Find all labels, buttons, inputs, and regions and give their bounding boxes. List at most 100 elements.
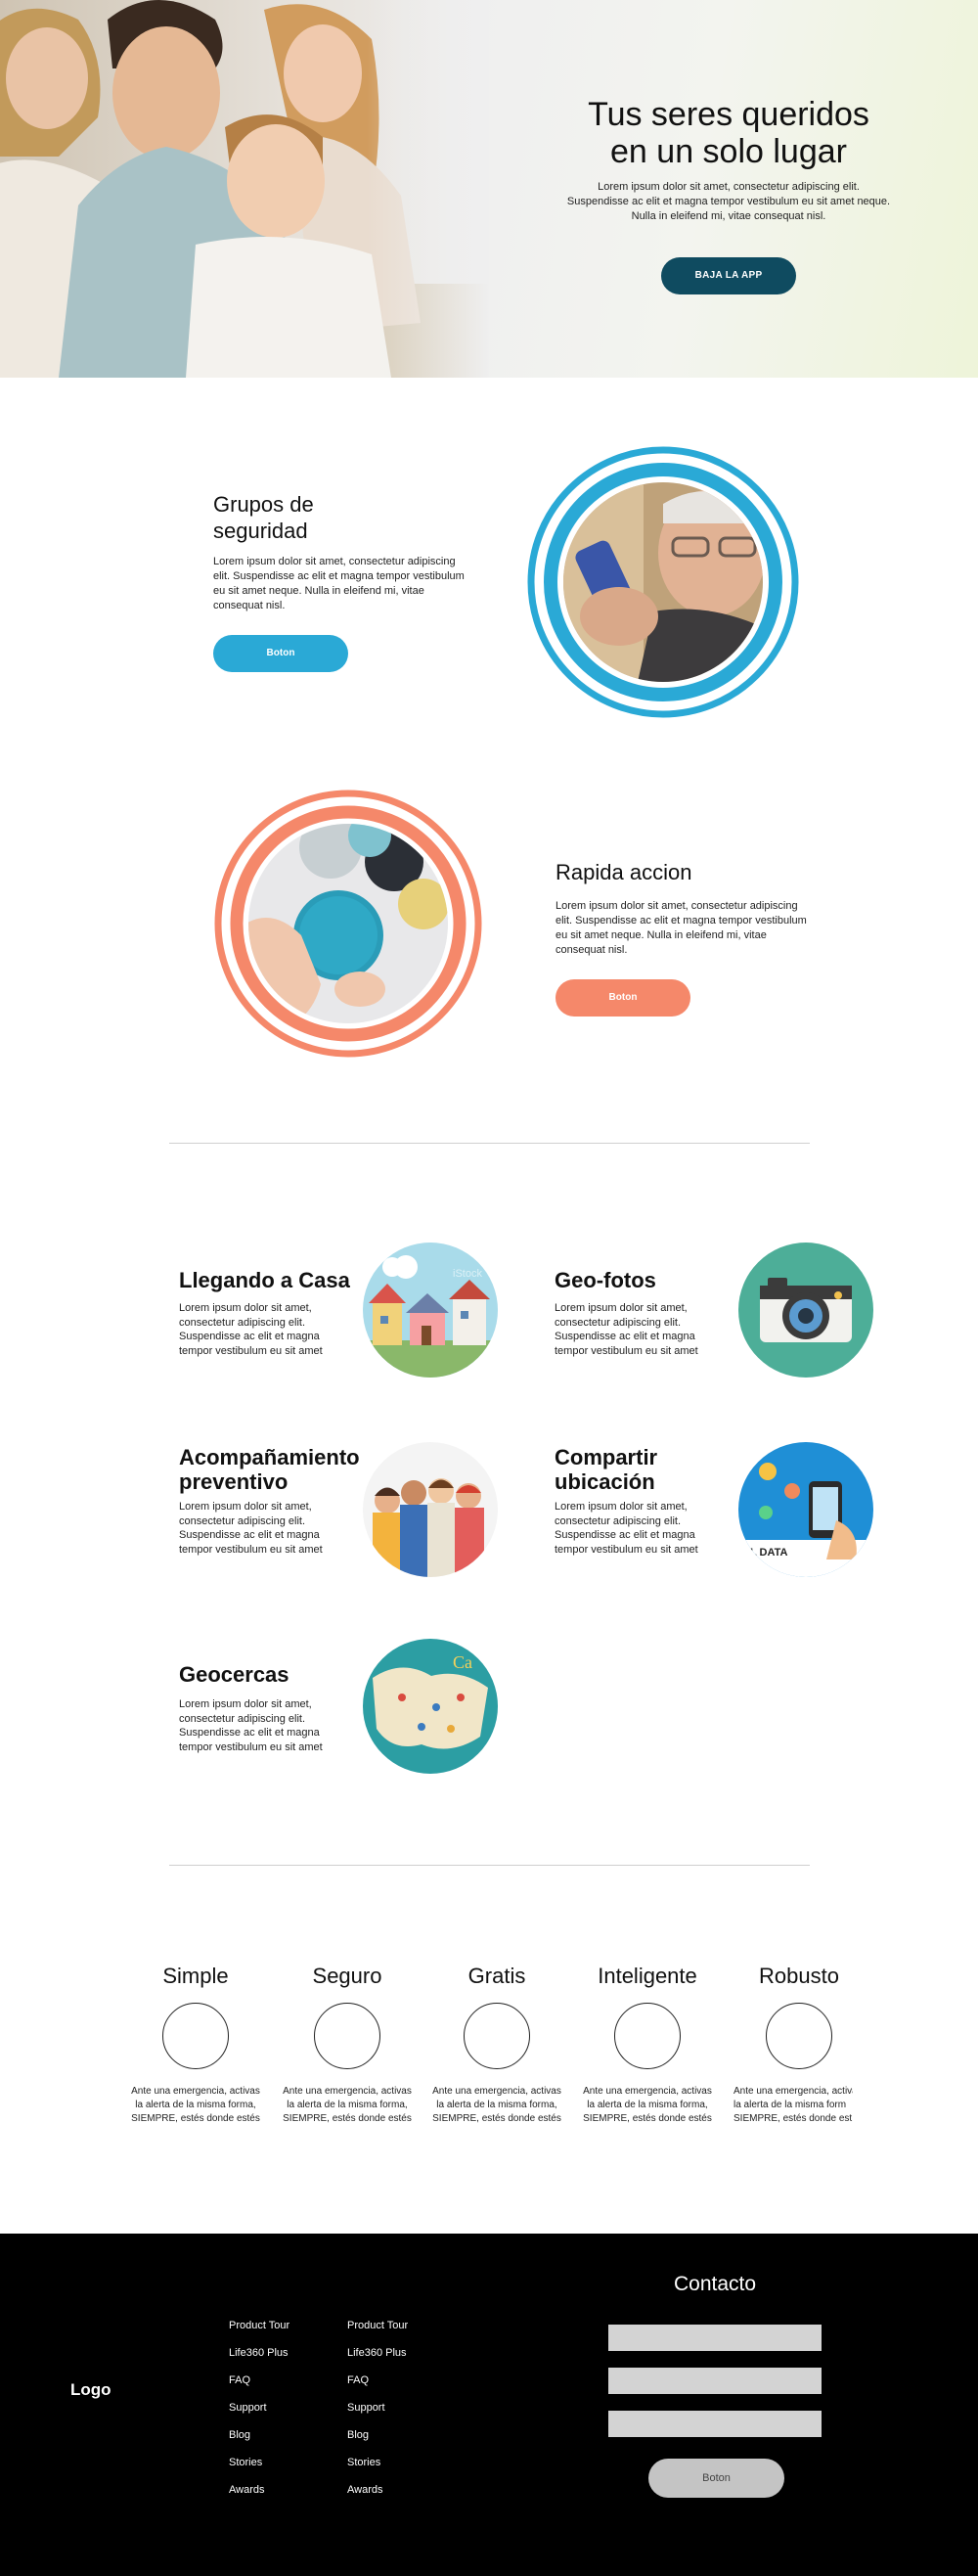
value4-desc-3: SIEMPRE, estés donde estés [583, 2113, 712, 2124]
grid2-desc-3: Suspendisse ac elit et magna [555, 1331, 695, 1342]
feature2-desc-line1: Lorem ipsum dolor sit amet, consectetur … [556, 900, 798, 912]
value-robusto: Robusto Ante una emergencia, activas la … [726, 1964, 853, 2126]
grid3-title-line1: Acompañamiento [179, 1445, 360, 1469]
family-photo [0, 0, 489, 378]
footer-link-product-tour[interactable]: Product Tour [229, 2312, 289, 2339]
hero-description: Lorem ipsum dolor sit amet, consectetur … [548, 180, 910, 224]
value-icon-circle [766, 2003, 832, 2069]
value1-desc-2: la alerta de la misma forma, [135, 2100, 256, 2110]
hero-banner: Tus seres queridos en un solo lugar Lore… [0, 0, 978, 378]
value1-desc-1: Ante una emergencia, activas [131, 2086, 260, 2097]
contact-field-3[interactable] [608, 2411, 822, 2437]
value-desc: Ante una emergencia, activas la alerta d… [726, 2085, 853, 2126]
contact-submit-button[interactable]: Boton [648, 2459, 784, 2498]
grid-desc-compartir: Lorem ipsum dolor sit amet, consectetur … [555, 1500, 721, 1557]
camera-illustration [738, 1243, 873, 1378]
footer-link-blog[interactable]: Blog [347, 2421, 408, 2449]
value-desc: Ante una emergencia, activas la alerta d… [574, 2085, 721, 2126]
value-icon-circle [162, 2003, 229, 2069]
hero-title-line1: Tus seres queridos [588, 96, 869, 133]
value-simple: Simple Ante una emergencia, activas la a… [122, 1964, 269, 2126]
watermark-text: iStock [453, 1268, 482, 1280]
rapida-button[interactable]: Boton [556, 979, 690, 1017]
feature1-desc-line4: consequat nisl. [213, 600, 286, 611]
value3-desc-1: Ante una emergencia, activas [432, 2086, 561, 2097]
map-illustration: Ca [363, 1639, 498, 1774]
grid5-desc-2: consectetur adipiscing elit. [179, 1712, 306, 1725]
footer-link-stories[interactable]: Stories [347, 2449, 408, 2476]
value2-desc-3: SIEMPRE, estés donde estés [283, 2113, 412, 2124]
footer: Logo Product Tour Life360 Plus FAQ Suppo… [0, 2234, 978, 2576]
feature1-title-line1: Grupos de [213, 492, 314, 517]
grid-desc-acompanamiento: Lorem ipsum dolor sit amet, consectetur … [179, 1500, 345, 1557]
feature-desc-rapida: Lorem ipsum dolor sit amet, consectetur … [556, 899, 810, 958]
houses-illustration: iStock [363, 1243, 498, 1378]
value-icon-circle [314, 2003, 380, 2069]
grid3-title-line2: preventivo [179, 1469, 289, 1494]
panic-button-ring-image [214, 790, 482, 1058]
contact-title: Contacto [673, 2273, 757, 2295]
footer-logo[interactable]: Logo [70, 2380, 111, 2400]
grid4-title-line1: Compartir [555, 1445, 658, 1469]
value4-desc-1: Ante una emergencia, activas [583, 2086, 712, 2097]
feature1-desc-line3: eu sit amet neque. Nulla in eleifend mi,… [213, 585, 424, 597]
footer-link-stories[interactable]: Stories [229, 2449, 289, 2476]
grid-title-geocercas: Geocercas [179, 1662, 289, 1687]
value-title: Simple [162, 1964, 229, 1988]
feature-desc-grupos: Lorem ipsum dolor sit amet, consectetur … [213, 555, 467, 613]
contact-field-1[interactable] [608, 2325, 822, 2351]
footer-link-life360-plus[interactable]: Life360 Plus [229, 2339, 289, 2367]
grid-title-compartir: Compartir ubicación [555, 1445, 657, 1494]
footer-link-support[interactable]: Support [229, 2394, 289, 2421]
grid-desc-llegando: Lorem ipsum dolor sit amet, consectetur … [179, 1301, 345, 1358]
value2-desc-2: la alerta de la misma forma, [287, 2100, 408, 2110]
value1-desc-3: SIEMPRE, estés donde estés [131, 2113, 260, 2124]
grid4-desc-4: tempor vestibulum eu sit amet [555, 1543, 698, 1556]
hero-desc-line3: Nulla in eleifend mi, vitae consequat ni… [631, 210, 826, 222]
grid4-desc-1: Lorem ipsum dolor sit amet, [555, 1501, 688, 1513]
footer-links-col1: Product Tour Life360 Plus FAQ Support Bl… [229, 2312, 289, 2504]
value3-desc-3: SIEMPRE, estés donde estés [432, 2113, 561, 2124]
value5-desc-2: la alerta de la misma form [734, 2100, 847, 2110]
elderly-man-ring-image [527, 446, 799, 718]
grid3-desc-3: Suspendisse ac elit et magna [179, 1529, 320, 1541]
grid1-desc-4: tempor vestibulum eu sit amet [179, 1344, 323, 1357]
value-desc: Ante una emergencia, activas la alerta d… [274, 2085, 421, 2126]
value-desc: Ante una emergencia, activas la alerta d… [423, 2085, 570, 2126]
footer-link-faq[interactable]: FAQ [229, 2367, 289, 2394]
footer-link-blog[interactable]: Blog [229, 2421, 289, 2449]
value4-desc-2: la alerta de la misma forma, [587, 2100, 708, 2110]
grid-desc-geofotos: Lorem ipsum dolor sit amet, consectetur … [555, 1301, 721, 1358]
footer-link-faq[interactable]: FAQ [347, 2367, 408, 2394]
grid3-desc-2: consectetur adipiscing elit. [179, 1514, 306, 1527]
grid4-desc-2: consectetur adipiscing elit. [555, 1514, 682, 1527]
grid5-desc-1: Lorem ipsum dolor sit amet, [179, 1698, 312, 1710]
value-title: Robusto [759, 1964, 839, 1988]
grid1-desc-3: Suspendisse ac elit et magna [179, 1331, 320, 1342]
value5-desc-1: Ante una emergencia, activas [734, 2086, 853, 2097]
grid-title-geofotos: Geo-fotos [555, 1268, 656, 1292]
hero-title: Tus seres queridos en un solo lugar [548, 96, 910, 170]
hero-title-line2: en un solo lugar [610, 133, 847, 170]
feature2-desc-line3: eu sit amet neque. Nulla in eleifend mi,… [556, 929, 767, 941]
value-desc: Ante una emergencia, activas la alerta d… [122, 2085, 269, 2126]
grupos-button[interactable]: Boton [213, 635, 348, 672]
feature-title-grupos: Grupos de seguridad [213, 491, 314, 544]
hero-content: Tus seres queridos en un solo lugar Lore… [548, 96, 910, 294]
grid-desc-geocercas: Lorem ipsum dolor sit amet, consectetur … [179, 1697, 345, 1754]
grid2-desc-1: Lorem ipsum dolor sit amet, [555, 1302, 688, 1314]
footer-link-life360-plus[interactable]: Life360 Plus [347, 2339, 408, 2367]
footer-link-awards[interactable]: Awards [229, 2476, 289, 2504]
feature2-desc-line2: elit. Suspendisse ac elit et magna tempo… [556, 915, 807, 926]
footer-link-support[interactable]: Support [347, 2394, 408, 2421]
grid-title-acompanamiento: Acompañamiento preventivo [179, 1445, 360, 1494]
feature-title-rapida: Rapida accion [556, 860, 692, 884]
contact-field-2[interactable] [608, 2368, 822, 2394]
grid3-desc-1: Lorem ipsum dolor sit amet, [179, 1501, 312, 1513]
footer-link-product-tour[interactable]: Product Tour [347, 2312, 408, 2339]
footer-link-awards[interactable]: Awards [347, 2476, 408, 2504]
value-title: Gratis [467, 1964, 526, 1988]
grid4-title-line2: ubicación [555, 1469, 655, 1494]
section-divider [169, 1143, 810, 1144]
download-app-button[interactable]: BAJA LA APP [661, 257, 796, 294]
